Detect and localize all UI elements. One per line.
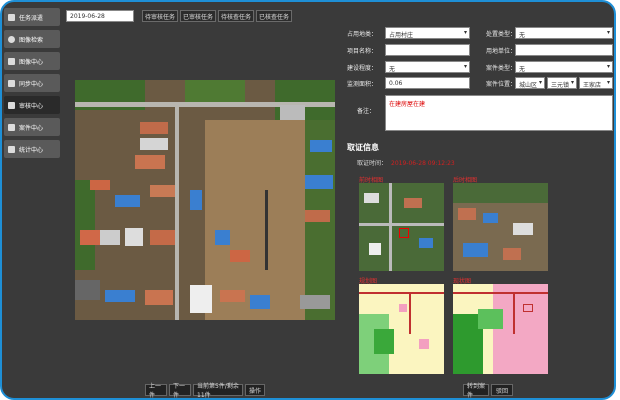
- case-type-select[interactable]: 无: [515, 61, 613, 73]
- progress-indicator: 当前第5件/剩余11件: [193, 383, 243, 398]
- evidence-time-label: 取证时间：: [357, 160, 388, 167]
- sidebar-item-image-center[interactable]: 图像中心: [4, 52, 60, 70]
- village-select[interactable]: 王家店: [579, 77, 613, 89]
- district-select[interactable]: 城山区: [515, 77, 545, 89]
- tab-reviewed[interactable]: 已审核任务: [180, 10, 216, 22]
- aerial-image[interactable]: [75, 80, 335, 320]
- area-label: 监测面积：: [347, 81, 378, 88]
- case-type-value: 无: [519, 66, 526, 73]
- land-unit-label: 用地单位：: [486, 48, 517, 55]
- image-search-icon: [8, 35, 15, 43]
- land-use-value: 占用村庄: [389, 32, 414, 39]
- build-stage-value: 无: [389, 66, 396, 73]
- evidence-time-value: 2019-06-28 09:12:23: [391, 160, 455, 167]
- image-center-icon: [8, 57, 15, 65]
- sidebar-item-label: 图像中心: [19, 58, 44, 66]
- thumb-after[interactable]: [453, 183, 548, 271]
- village-value: 王家店: [583, 82, 602, 89]
- remark-textarea[interactable]: 在建房屋在建: [385, 95, 613, 131]
- project-name-label: 项目名称：: [347, 48, 378, 55]
- sidebar-item-label: 图像检索: [19, 36, 44, 44]
- tab-checked[interactable]: 已核查任务: [256, 10, 292, 22]
- transfer-case-button[interactable]: 转到案件: [463, 383, 489, 398]
- location-label: 案件位置：: [486, 81, 517, 88]
- stats-icon: [8, 145, 15, 153]
- land-use-label: 占用地类：: [347, 31, 378, 38]
- lease-type-value: 无: [519, 32, 526, 39]
- case-grid-icon: [8, 123, 15, 131]
- town-select[interactable]: 三元镇: [547, 77, 577, 89]
- sidebar-item-label: 任务派遣: [19, 14, 44, 22]
- sidebar-item-cases[interactable]: 案件中心: [4, 118, 60, 136]
- sidebar-item-image-search[interactable]: 图像检索: [4, 30, 60, 48]
- town-value: 三元镇: [551, 82, 570, 89]
- sidebar-item-dispatch[interactable]: 任务派遣: [4, 8, 60, 26]
- remark-label: 备注：: [357, 108, 376, 115]
- tab-pending-review[interactable]: 待审核任务: [142, 10, 178, 22]
- thumb-current[interactable]: [453, 284, 548, 374]
- app-window: 任务派遣 图像检索 图像中心 同步中心 审核中心 案件中心 统计中心 2019-…: [0, 0, 616, 400]
- land-unit-input[interactable]: [515, 44, 613, 56]
- lease-type-select[interactable]: 无: [515, 27, 613, 39]
- operate-button[interactable]: 操作: [245, 384, 265, 396]
- evidence-time: 取证时间： 2019-06-28 09:12:23: [357, 158, 455, 167]
- date-input[interactable]: 2019-06-28: [66, 10, 134, 22]
- tab-pending-check[interactable]: 待核查任务: [218, 10, 254, 22]
- sidebar-item-stats[interactable]: 统计中心: [4, 140, 60, 158]
- evidence-title: 取证信息: [347, 143, 379, 152]
- build-stage-select[interactable]: 无: [385, 61, 470, 73]
- dispatch-icon: [8, 13, 15, 21]
- sidebar-item-label: 审核中心: [19, 102, 44, 110]
- build-stage-label: 建设程度：: [347, 65, 378, 72]
- sidebar-item-label: 案件中心: [19, 124, 44, 132]
- lease-type-label: 处置类型：: [486, 31, 517, 38]
- project-name-input[interactable]: [385, 44, 470, 56]
- area-input[interactable]: 0.06: [385, 77, 470, 89]
- review-icon: [8, 101, 15, 109]
- next-button[interactable]: 下一件: [169, 383, 191, 398]
- thumb-before[interactable]: [359, 183, 444, 271]
- sidebar-item-label: 同步中心: [19, 80, 44, 88]
- sidebar-item-sync[interactable]: 同步中心: [4, 74, 60, 92]
- reject-button[interactable]: 驳回: [491, 384, 513, 396]
- prev-button[interactable]: 上一件: [145, 383, 167, 398]
- land-use-select[interactable]: 占用村庄: [385, 27, 470, 39]
- sidebar: 任务派遣 图像检索 图像中心 同步中心 审核中心 案件中心 统计中心: [4, 8, 60, 162]
- district-value: 城山区: [519, 82, 538, 89]
- case-type-label: 案件类型：: [486, 65, 517, 72]
- sidebar-item-review[interactable]: 审核中心: [4, 96, 60, 114]
- sync-icon: [8, 79, 15, 87]
- thumb-plan[interactable]: [359, 284, 444, 374]
- sidebar-item-label: 统计中心: [19, 146, 44, 154]
